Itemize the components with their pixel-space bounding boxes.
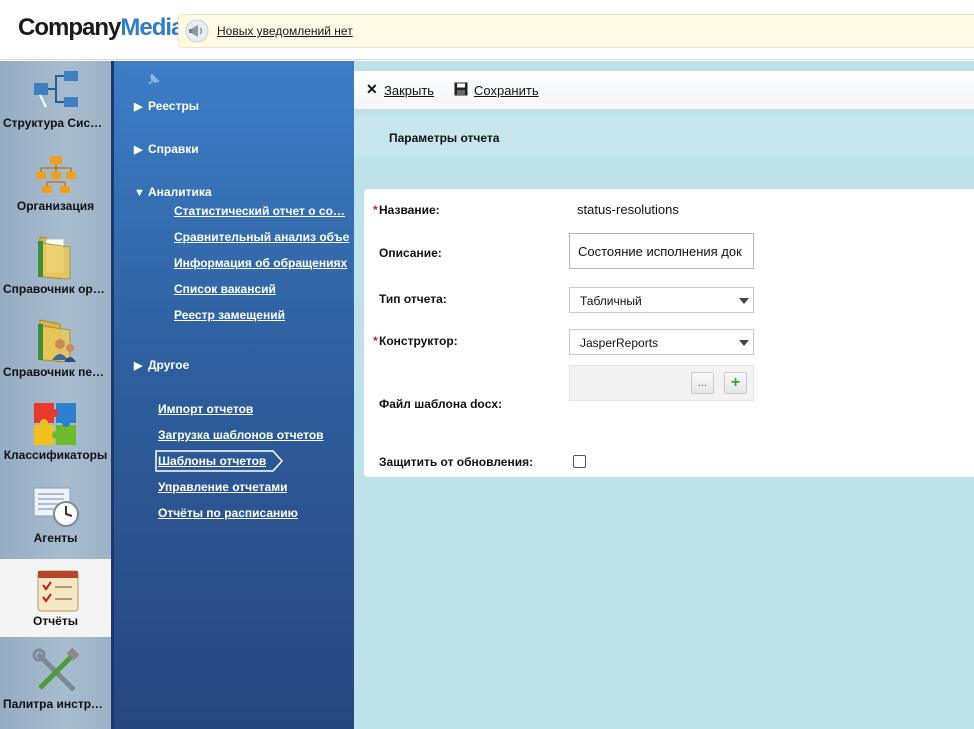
collapse-arrow-icon: ▼ (134, 187, 145, 199)
folder-people-icon (38, 319, 76, 363)
save-button[interactable]: Сохранить (474, 83, 539, 98)
module-label: Структура Сист… (3, 116, 109, 130)
description-label: Описание: (379, 246, 442, 260)
notification-link[interactable]: Новых уведомлений нет (217, 24, 353, 38)
pin-icon[interactable] (146, 73, 160, 87)
save-icon[interactable] (454, 82, 468, 96)
nav-group-other[interactable]: ▶ Другое (134, 358, 189, 372)
module-item-structure[interactable]: Структура Сист… (0, 61, 111, 144)
tools-icon (32, 648, 80, 692)
module-label: Палитра инстру… (3, 697, 110, 711)
constructor-label: * Конструктор: (373, 334, 458, 348)
dropdown-arrow-icon (739, 340, 749, 346)
module-item-organization[interactable]: Организация (0, 144, 111, 227)
docx-template-label: Файл шаблона docx: (379, 397, 503, 411)
module-label: Отчёты (33, 614, 78, 628)
toolbar: ✕ Закрыть Сохранить (354, 71, 974, 110)
organization-icon (36, 156, 76, 193)
browse-button[interactable]: ... (691, 372, 714, 394)
nav-group-registries[interactable]: ▶ Реестры (134, 99, 199, 113)
nav-link-statistical-report[interactable]: Статистический отчет о со… (174, 204, 352, 218)
name-label: * Название: (373, 203, 440, 217)
description-input[interactable]: Состояние исполнения док (569, 233, 754, 269)
nav-link-substitutions[interactable]: Реестр замещений (174, 308, 285, 322)
expand-arrow-icon: ▶ (134, 360, 143, 372)
constructor-select[interactable]: JasperReports (569, 329, 754, 355)
folder-icon (38, 236, 71, 280)
nav-group-references[interactable]: ▶ Справки (134, 142, 199, 156)
nav-link-manage-reports[interactable]: Управление отчетами (158, 480, 287, 494)
nav-link-upload-templates[interactable]: Загрузка шаблонов отчетов (158, 428, 324, 442)
add-file-button[interactable]: + (724, 372, 747, 394)
module-item-personnel-directory[interactable]: Справочник пер… (0, 310, 111, 393)
name-value: status-resolutions (577, 202, 679, 217)
dropdown-arrow-icon (739, 298, 749, 304)
module-item-tools[interactable]: Палитра инстру… (0, 642, 111, 725)
module-label: Справочник орг… (3, 282, 110, 296)
clock-document-icon (33, 487, 79, 527)
main-content: ✕ Закрыть Сохранить Параметры отчета * На… (354, 61, 974, 729)
protect-checkbox[interactable] (573, 455, 586, 468)
structure-icon (34, 71, 78, 108)
nav-link-comparative-analysis[interactable]: Сравнительный анализ объе (174, 230, 352, 244)
nav-link-import-reports[interactable]: Импорт отчетов (158, 402, 253, 416)
nav-link-scheduled-reports[interactable]: Отчёты по расписанию (158, 506, 298, 520)
notification-bar: Новых уведомлений нет (178, 14, 974, 48)
checklist-icon (37, 570, 79, 612)
report-params-form: * Название: status-resolutions Описание: … (364, 189, 974, 477)
expand-arrow-icon: ▶ (134, 144, 143, 156)
module-item-reports[interactable]: Отчёты (0, 559, 111, 642)
nav-link-report-templates[interactable]: Шаблоны отчетов (158, 454, 266, 468)
protect-label: Защитить от обновления: (379, 455, 534, 469)
app-header: CompanyMedia Новых уведомлений нет (0, 0, 974, 60)
module-label: Организация (16, 199, 95, 213)
section-header: Параметры отчета (354, 116, 974, 156)
section-title: Параметры отчета (389, 131, 500, 145)
module-label: Справочник пер… (3, 365, 111, 379)
module-item-agents[interactable]: Агенты (0, 476, 111, 559)
nav-link-appeals-info[interactable]: Информация об обращениях (174, 256, 352, 270)
company-logo[interactable]: CompanyMedia (18, 14, 184, 42)
nav-group-analytics[interactable]: ▼ Аналитика (134, 185, 212, 199)
module-item-org-directory[interactable]: Справочник орг… (0, 227, 111, 310)
close-button[interactable]: Закрыть (384, 83, 434, 98)
report-type-select[interactable]: Табличный (569, 287, 754, 313)
docx-file-field[interactable]: ... + (569, 365, 754, 401)
module-label: Агенты (33, 531, 78, 545)
expand-arrow-icon: ▶ (134, 101, 143, 113)
megaphone-icon (185, 19, 209, 43)
nav-link-vacancies[interactable]: Список вакансий (174, 282, 276, 296)
navigation-panel: ▶ Реестры ▶ Справки ▼ Аналитика Статистичес… (111, 61, 354, 729)
report-type-label: Тип отчета: (379, 292, 447, 306)
close-icon[interactable]: ✕ (366, 82, 380, 96)
module-item-classifiers[interactable]: Классификаторы (0, 393, 111, 476)
module-label: Классификаторы (3, 448, 108, 462)
puzzle-icon (34, 403, 76, 445)
